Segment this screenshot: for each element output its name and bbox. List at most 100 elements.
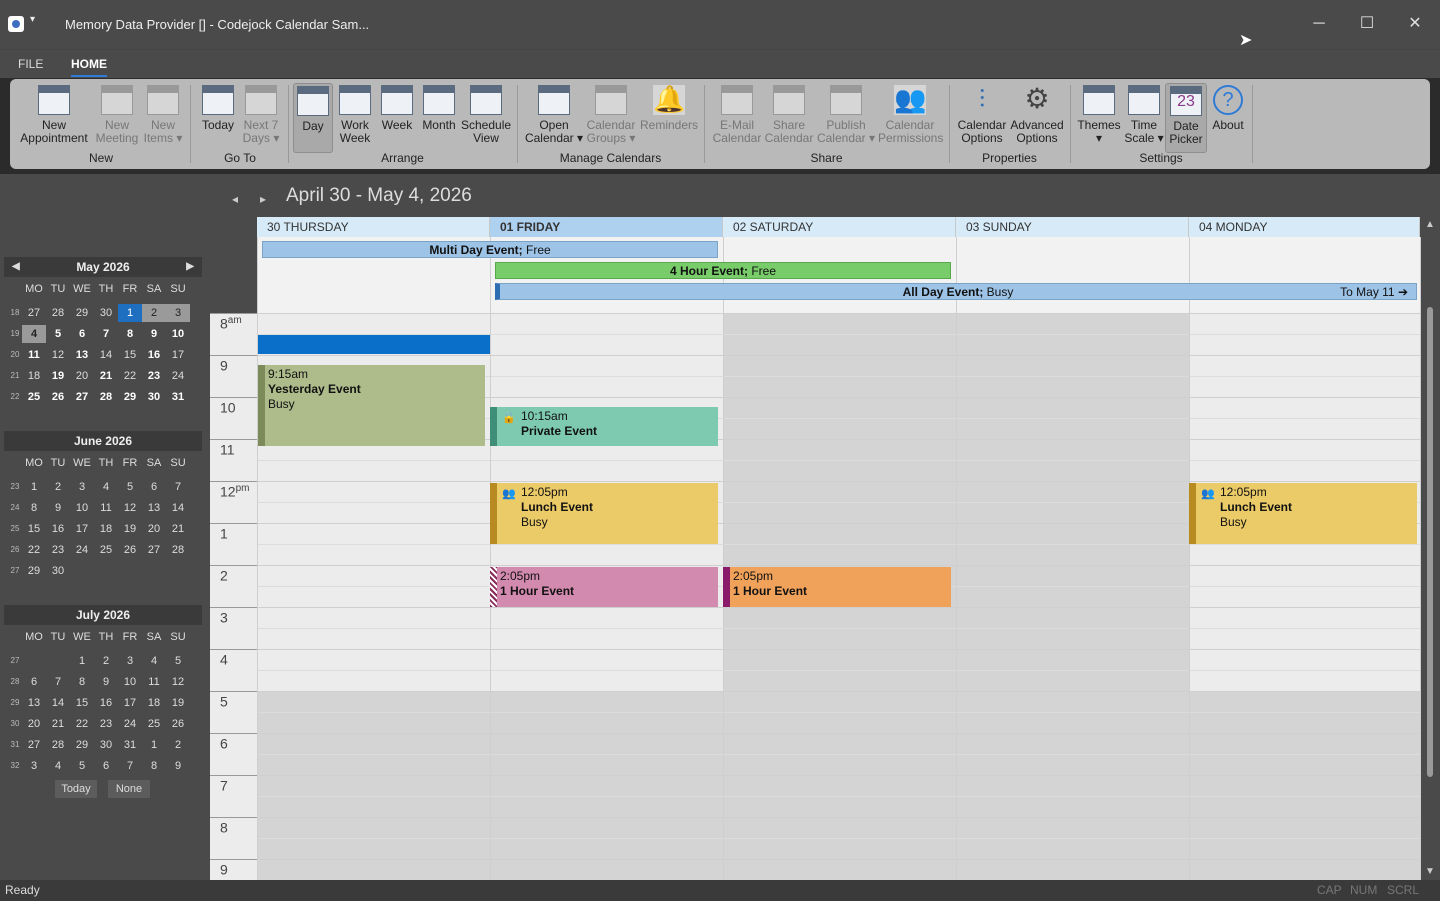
new-items-button[interactable]: New Items ▾ [142,83,184,153]
minical-day[interactable]: 28 [46,304,70,322]
minical-day[interactable]: 21 [166,520,190,538]
date-picker-button[interactable]: 23 Date Picker [1165,83,1207,153]
tab-file[interactable]: FILE [18,57,43,71]
day-header[interactable]: 02 SATURDAY [723,217,956,237]
close-button[interactable]: ✕ [1403,12,1427,36]
tab-home[interactable]: HOME [71,57,107,77]
about-button[interactable]: ? About [1208,83,1248,153]
minical-day[interactable]: 11 [22,346,46,364]
minical-day[interactable]: 30 [46,562,70,580]
minical-day[interactable]: 18 [94,520,118,538]
minical-day[interactable]: 27 [22,736,46,754]
minical-day[interactable]: 8 [118,325,142,343]
minical-day[interactable]: 15 [22,520,46,538]
minical-day[interactable]: 1 [22,478,46,496]
minical-day[interactable]: 12 [166,673,190,691]
minical-day[interactable]: 30 [142,388,166,406]
minical-day[interactable]: 18 [22,367,46,385]
minical-day[interactable]: 26 [166,715,190,733]
new-appointment-button[interactable]: New Appointment [16,83,92,153]
minical-day[interactable]: 12 [118,499,142,517]
minical-day[interactable]: 13 [70,346,94,364]
vertical-scrollbar[interactable]: ▲ ▼ [1422,217,1438,879]
schedule-view-button[interactable]: Schedule View [461,83,511,153]
minical-day[interactable]: 16 [46,520,70,538]
minical-day[interactable]: 27 [70,388,94,406]
publish-calendar-button[interactable]: Publish Calendar ▾ [816,83,876,153]
minical-day[interactable]: 31 [118,736,142,754]
calendar-event[interactable]: 2:05pm 1 Hour Event [490,567,718,607]
quick-access-dropdown-icon[interactable]: ▾ [30,14,35,25]
day-header[interactable]: 30 THURSDAY [257,217,490,237]
scroll-down-icon[interactable]: ▼ [1425,866,1435,877]
minical-day[interactable]: 23 [46,541,70,559]
minical-day[interactable]: 29 [70,304,94,322]
minical-day[interactable]: 10 [166,325,190,343]
minical-day[interactable]: 20 [142,520,166,538]
minical-day[interactable]: 9 [142,325,166,343]
minical-day[interactable]: 4 [94,478,118,496]
minical-day[interactable]: 5 [166,652,190,670]
minical-day[interactable]: 5 [46,325,70,343]
minical-day[interactable]: 13 [142,499,166,517]
minical-day[interactable] [94,562,118,580]
minical-day[interactable]: 9 [166,757,190,775]
minical-day[interactable]: 4 [142,652,166,670]
minical-day[interactable]: 26 [118,541,142,559]
calendar-event[interactable]: 👥 12:05pm Lunch Event Busy [490,483,718,544]
calendar-event[interactable]: 🔒 10:15am Private Event [490,407,718,446]
reminders-button[interactable]: 🔔 Reminders [638,83,700,153]
minical-day[interactable]: 27 [142,541,166,559]
scroll-thumb[interactable] [1427,307,1433,777]
minical-day[interactable]: 14 [94,346,118,364]
minical-day[interactable] [118,562,142,580]
minical-day[interactable]: 30 [94,736,118,754]
selection-block[interactable] [258,335,490,354]
new-meeting-button[interactable]: New Meeting [94,83,140,153]
minical-day[interactable]: 3 [22,757,46,775]
minical-day[interactable]: 8 [142,757,166,775]
minical-day[interactable]: 22 [70,715,94,733]
minical-day[interactable]: 11 [94,499,118,517]
day-view-button[interactable]: Day [293,83,333,153]
minical-day[interactable]: 28 [94,388,118,406]
minical-day[interactable]: 25 [22,388,46,406]
day-header[interactable]: 04 MONDAY [1189,217,1420,237]
day-header-current[interactable]: 01 FRIDAY [490,217,723,237]
minical-day[interactable]: 24 [166,367,190,385]
minical-day[interactable]: 24 [118,715,142,733]
work-week-view-button[interactable]: Work Week [335,83,375,153]
next-arrow-icon[interactable]: ▸ [260,192,266,206]
more-days-label[interactable]: To May 11 ➔ [1340,284,1408,301]
minical-day[interactable]: 20 [22,715,46,733]
open-calendar-button[interactable]: Open Calendar ▾ [524,83,584,153]
minical-day[interactable]: 9 [94,673,118,691]
minical-day[interactable]: 4 [22,325,46,343]
allday-event[interactable]: 4 Hour Event; Free [495,262,951,279]
minical-day[interactable]: 7 [166,478,190,496]
calendar-groups-button[interactable]: Calendar Groups ▾ [586,83,636,153]
minical-day[interactable]: 13 [22,694,46,712]
minical-day[interactable]: 14 [166,499,190,517]
minical-day[interactable] [166,562,190,580]
scroll-up-icon[interactable]: ▲ [1425,219,1435,230]
minical-day[interactable]: 18 [142,694,166,712]
time-scale-button[interactable]: Time Scale ▾ [1122,83,1166,153]
minical-day[interactable]: 2 [46,478,70,496]
minical-day[interactable]: 12 [46,346,70,364]
allday-event[interactable]: Multi Day Event; Free [262,241,718,258]
day-header[interactable]: 03 SUNDAY [956,217,1189,237]
calendar-permissions-button[interactable]: 👥 Calendar Permissions [878,83,943,153]
minical-day[interactable]: 16 [142,346,166,364]
prev-arrow-icon[interactable]: ◂ [232,192,238,206]
minimize-button[interactable]: ─ [1307,12,1331,36]
minical-day[interactable] [46,652,70,670]
minical-day[interactable]: 5 [70,757,94,775]
calendar-options-button[interactable]: ⫶ Calendar Options [956,83,1008,153]
minical-day[interactable]: 28 [166,541,190,559]
minical-day[interactable]: 21 [94,367,118,385]
minical-day[interactable]: 2 [166,736,190,754]
minical-day[interactable]: 7 [118,757,142,775]
minical-day[interactable]: 23 [94,715,118,733]
minical-day[interactable]: 2 [142,304,166,322]
